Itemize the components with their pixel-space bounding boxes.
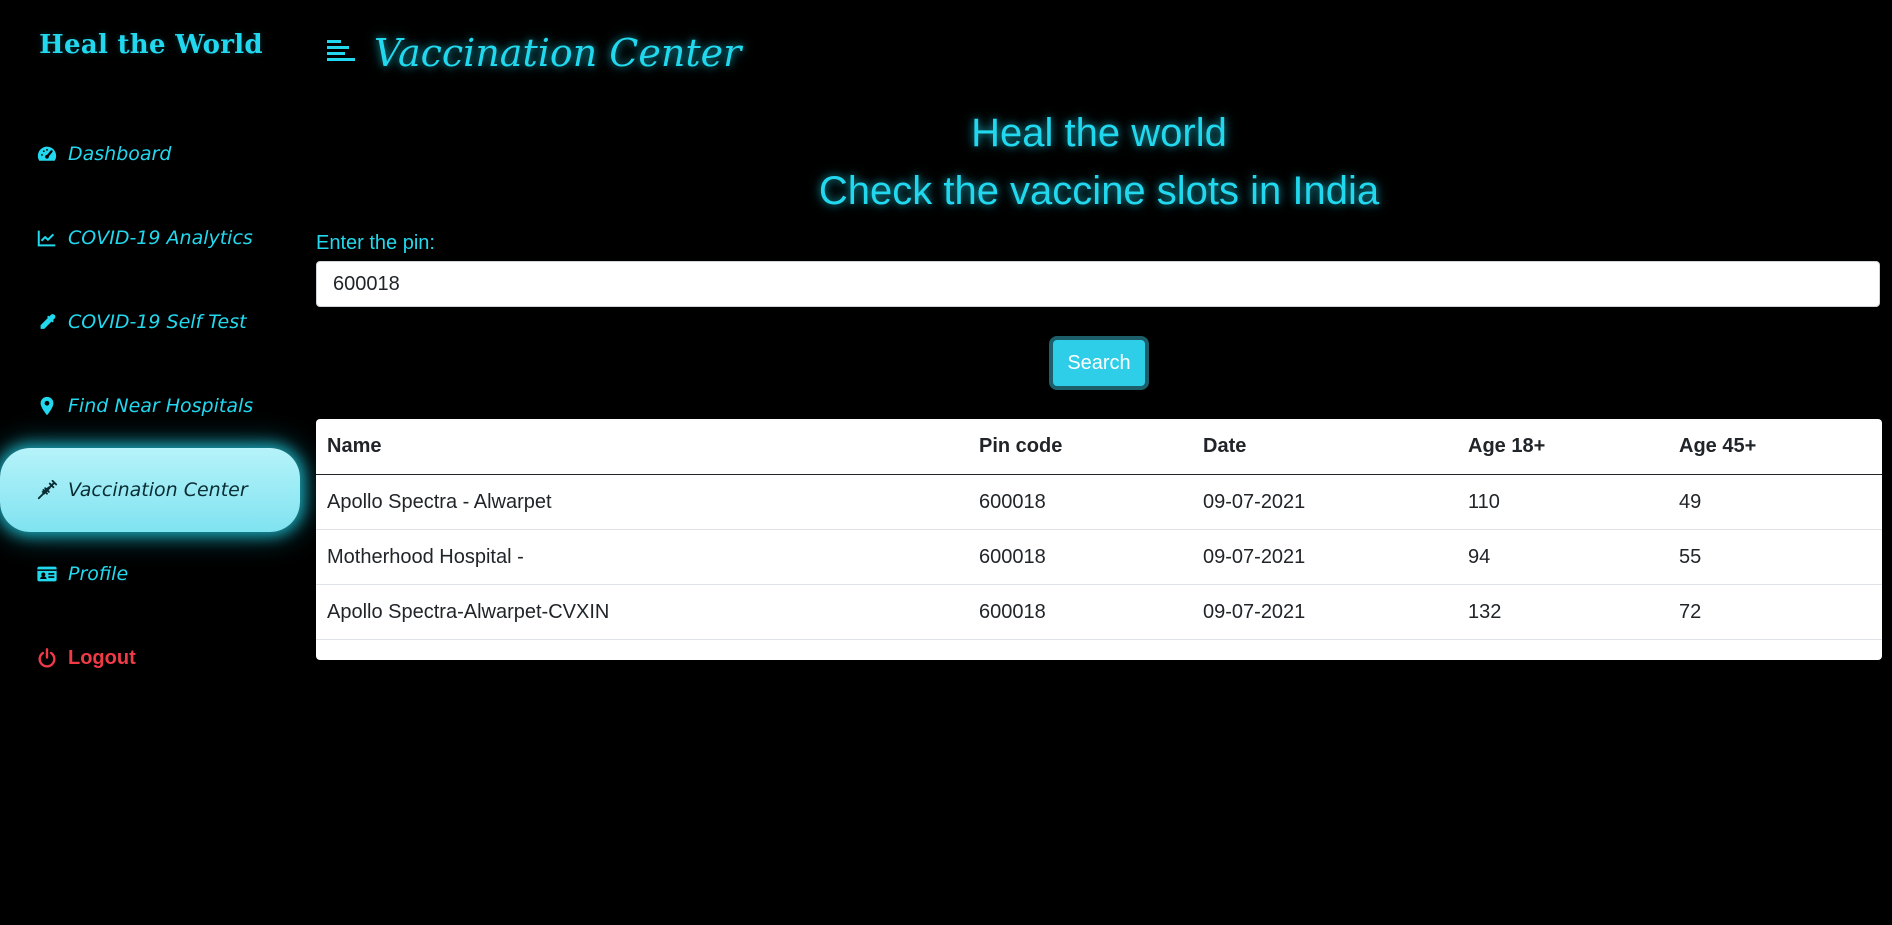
cell-date: 09-07-2021 xyxy=(1192,529,1457,585)
page-header: Vaccination Center xyxy=(326,28,741,78)
eyedropper-icon xyxy=(36,311,58,333)
column-header-age-18: Age 18+ xyxy=(1457,419,1668,475)
brand-title[interactable]: Heal the World xyxy=(0,30,302,60)
cell-age-45: 55 xyxy=(1668,529,1882,585)
table-header-row: Name Pin code Date Age 18+ Age 45+ xyxy=(316,419,1882,475)
cell-pin-code: 600018 xyxy=(968,584,1192,640)
hero-heading: Heal the world xyxy=(971,111,1227,155)
app-root: Heal the World Dashboard COVID-19 Analyt… xyxy=(0,0,1892,925)
page-title: Vaccination Center xyxy=(374,31,742,75)
column-header-pin-code: Pin code xyxy=(968,419,1192,475)
logout-button[interactable]: Logout xyxy=(0,616,300,700)
cell-date: 09-07-2021 xyxy=(1192,474,1457,530)
sidebar-item-label: COVID-19 Self Test xyxy=(68,311,247,333)
column-header-name: Name xyxy=(316,419,968,475)
search-button[interactable]: Search xyxy=(1049,336,1149,390)
pin-input[interactable] xyxy=(316,261,1880,307)
hero-subheading: Check the vaccine slots in India xyxy=(818,169,1380,213)
cell-name: Motherhood Hospital - xyxy=(316,529,968,585)
cell-age-45: 72 xyxy=(1668,584,1882,640)
column-header-date: Date xyxy=(1192,419,1457,475)
sidebar-item-self-test[interactable]: COVID-19 Self Test xyxy=(0,280,300,364)
sidebar-item-label: Vaccination Center xyxy=(68,479,248,501)
syringe-icon xyxy=(36,479,58,501)
sidebar-item-dashboard[interactable]: Dashboard xyxy=(0,112,300,196)
sidebar: Heal the World Dashboard COVID-19 Analyt… xyxy=(0,0,302,925)
power-icon xyxy=(36,647,58,669)
table-row: Apollo Spectra - Alwarpet 600018 09-07-2… xyxy=(316,474,1882,530)
sidebar-item-label: Profile xyxy=(68,563,129,585)
sidebar-item-find-hospitals[interactable]: Find Near Hospitals xyxy=(0,364,300,448)
sidebar-item-profile[interactable]: Profile xyxy=(0,532,300,616)
line-chart-icon xyxy=(36,227,58,249)
cell-age-18: 132 xyxy=(1457,584,1668,640)
dashboard-gauge-icon xyxy=(36,143,58,165)
cell-name: Apollo Spectra - Alwarpet xyxy=(316,474,968,530)
menu-icon[interactable] xyxy=(326,36,374,71)
sidebar-item-label: Dashboard xyxy=(68,143,172,165)
map-marker-icon xyxy=(36,395,58,417)
sidebar-item-label: Find Near Hospitals xyxy=(68,395,254,417)
id-card-icon xyxy=(36,563,58,585)
table-row: Motherhood Hospital - 600018 09-07-2021 … xyxy=(316,529,1882,585)
cell-age-18: 94 xyxy=(1457,529,1668,585)
pin-label: Enter the pin: xyxy=(316,232,435,254)
sidebar-item-vaccination-center[interactable]: Vaccination Center xyxy=(0,448,300,532)
results-table-card: Name Pin code Date Age 18+ Age 45+ Apoll… xyxy=(316,419,1882,660)
results-table: Name Pin code Date Age 18+ Age 45+ Apoll… xyxy=(316,419,1882,640)
table-row: Apollo Spectra-Alwarpet-CVXIN 600018 09-… xyxy=(316,584,1882,640)
cell-name: Apollo Spectra-Alwarpet-CVXIN xyxy=(316,584,968,640)
logout-label: Logout xyxy=(68,646,136,669)
cell-age-45: 49 xyxy=(1668,474,1882,530)
column-header-age-45: Age 45+ xyxy=(1668,419,1882,475)
sidebar-item-covid-analytics[interactable]: COVID-19 Analytics xyxy=(0,196,300,280)
cell-pin-code: 600018 xyxy=(968,474,1192,530)
cell-date: 09-07-2021 xyxy=(1192,584,1457,640)
cell-age-18: 110 xyxy=(1457,474,1668,530)
cell-pin-code: 600018 xyxy=(968,529,1192,585)
sidebar-item-label: COVID-19 Analytics xyxy=(68,227,253,249)
